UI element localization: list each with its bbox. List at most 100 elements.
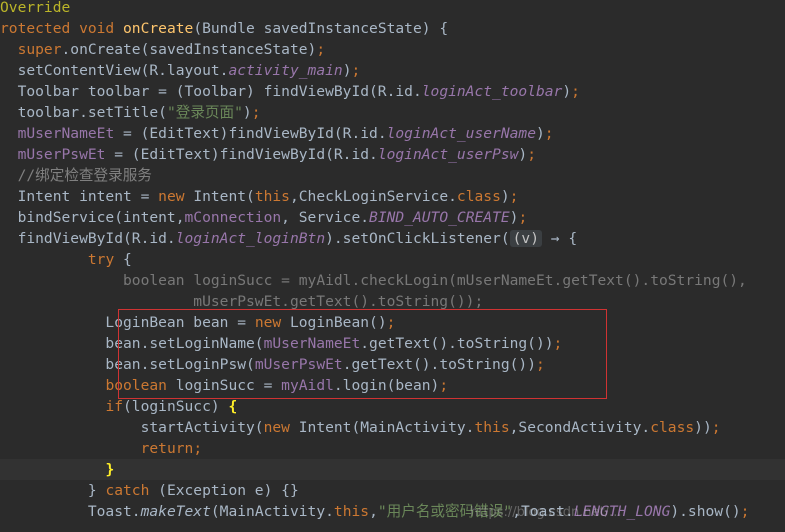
code-token: ; [386, 314, 396, 331]
code-token: new [254, 314, 290, 331]
code-token: , Service. [281, 209, 370, 226]
code-line[interactable]: if(loginSucc) { [0, 396, 785, 417]
code-token: .login(bean) [333, 377, 440, 394]
code-token: , [369, 503, 378, 520]
code-token: ,SecondActivity. [509, 419, 651, 436]
code-token: loginAct_userPsw [377, 146, 519, 163]
code-token: LoginBean bean = [0, 314, 255, 331]
code-token: class [456, 188, 501, 205]
code-token: → { [541, 230, 578, 247]
code-token: ; [193, 440, 203, 457]
code-token: loginAct_toolbar [421, 83, 563, 100]
code-token: )) [694, 419, 712, 436]
code-token: ) [562, 83, 572, 100]
code-line[interactable]: boolean loginSucc = myAidl.login(bean); [0, 375, 785, 396]
code-token: (MainActivity. [210, 503, 334, 520]
code-line[interactable]: bean.setLoginPsw(mUserPswEt.getText().to… [0, 354, 785, 375]
code-token: this [333, 503, 370, 520]
code-line[interactable]: startActivity(new Intent(MainActivity.th… [0, 417, 785, 438]
code-token: ; [439, 377, 449, 394]
code-token: } [105, 461, 115, 478]
code-token: .onCreate(savedInstanceState) [61, 41, 317, 58]
code-token: myAidl [281, 377, 334, 394]
code-token: = (EditText)findViewById(R.id. [114, 125, 387, 142]
code-line[interactable]: boolean loginSucc = myAidl.checkLogin(mU… [0, 270, 785, 291]
code-token: { [228, 398, 238, 415]
code-editor[interactable]: Override rotected void onCreate(Bundle sa… [0, 0, 785, 532]
code-token: bean.setLoginPsw( [0, 356, 255, 373]
code-token: class [650, 419, 695, 436]
code-line[interactable]: LoginBean bean = new LoginBean(); [0, 312, 785, 333]
code-token: Override [0, 0, 71, 16]
code-line[interactable]: //绑定检查登录服务 [0, 165, 785, 186]
code-token: LoginBean() [289, 314, 387, 331]
parameter-hint: (v) [509, 230, 542, 247]
code-token: rotected void [0, 20, 124, 37]
code-token: Intent intent = [0, 188, 159, 205]
code-token: Intent( [193, 188, 255, 205]
code-token: activity_main [228, 62, 343, 79]
code-line[interactable]: Toolbar toolbar = (Toolbar) findViewById… [0, 81, 785, 102]
code-token: ) [242, 104, 252, 121]
code-line[interactable]: Override [0, 0, 785, 18]
code-token: ; [571, 83, 580, 100]
code-token: BIND_AUTO_CREATE [369, 209, 510, 226]
code-line[interactable]: return; [0, 438, 785, 459]
code-token: new [158, 188, 194, 205]
code-line[interactable]: } catch (Exception e) {} [0, 480, 785, 501]
code-token: mUserPswEt [17, 146, 106, 163]
code-token: catch [105, 482, 159, 499]
code-line[interactable]: findViewById(R.id.loginAct_loginBtn).set… [0, 228, 785, 249]
code-token: .getText().toString()) [360, 335, 554, 352]
code-line[interactable]: } [0, 459, 785, 480]
code-token: //绑定检查登录服务 [0, 167, 152, 184]
code-token: ; [251, 104, 261, 121]
code-line[interactable]: rotected void onCreate(Bundle savedInsta… [0, 18, 785, 39]
code-token: Toast. [0, 503, 141, 520]
code-token: Intent(MainActivity. [298, 419, 475, 436]
code-token: try [87, 251, 124, 268]
code-token: ) [535, 125, 545, 142]
code-token: this [474, 419, 510, 436]
code-token: .getText().toString()) [342, 356, 536, 373]
code-token: ; [544, 125, 554, 142]
code-token: mUserNameEt [263, 335, 361, 352]
code-token: (Bundle savedInstanceState) { [193, 20, 449, 37]
code-line[interactable]: Intent intent = new Intent(this,CheckLog… [0, 186, 785, 207]
code-line[interactable]: toolbar.setTitle("登录页面"); [0, 102, 785, 123]
code-token: "登录页面" [166, 104, 243, 121]
code-line[interactable]: super.onCreate(savedInstanceState); [0, 39, 785, 60]
code-line[interactable]: bean.setLoginName(mUserNameEt.getText().… [0, 333, 785, 354]
code-token: loginSucc = myAidl.checkLogin(mUserNameE… [193, 272, 747, 289]
code-line[interactable]: setContentView(R.layout.activity_main); [0, 60, 785, 81]
code-token: (loginSucc) [123, 398, 229, 415]
code-token: ; [316, 41, 326, 58]
code-token: mUserPswEt.getText().toString()); [0, 293, 484, 310]
code-token: loginSucc = [175, 377, 282, 394]
code-token: ,CheckLoginService. [289, 188, 457, 205]
code-token: loginAct_userName [386, 125, 536, 142]
code-line[interactable]: try { [0, 249, 785, 270]
code-token: } [0, 482, 106, 499]
code-token: ; [553, 335, 563, 352]
code-line[interactable]: mUserPswEt = (EditText)findViewById(R.id… [0, 144, 785, 165]
code-token: ) [518, 146, 528, 163]
code-line[interactable]: mUserPswEt.getText().toString()); [0, 291, 785, 312]
code-token: super [17, 41, 62, 58]
code-line[interactable]: bindService(intent,mConnection, Service.… [0, 207, 785, 228]
code-token: bindService(intent, [0, 209, 185, 226]
code-token: makeText [140, 503, 211, 520]
code-token: ; [509, 188, 519, 205]
watermark: https://blog.csdn.net/... [470, 505, 622, 520]
code-token: ).setOnClickListener( [325, 230, 510, 247]
code-token: this [254, 188, 290, 205]
code-token: ; [535, 356, 545, 373]
code-line[interactable]: mUserNameEt = (EditText)findViewById(R.i… [0, 123, 785, 144]
